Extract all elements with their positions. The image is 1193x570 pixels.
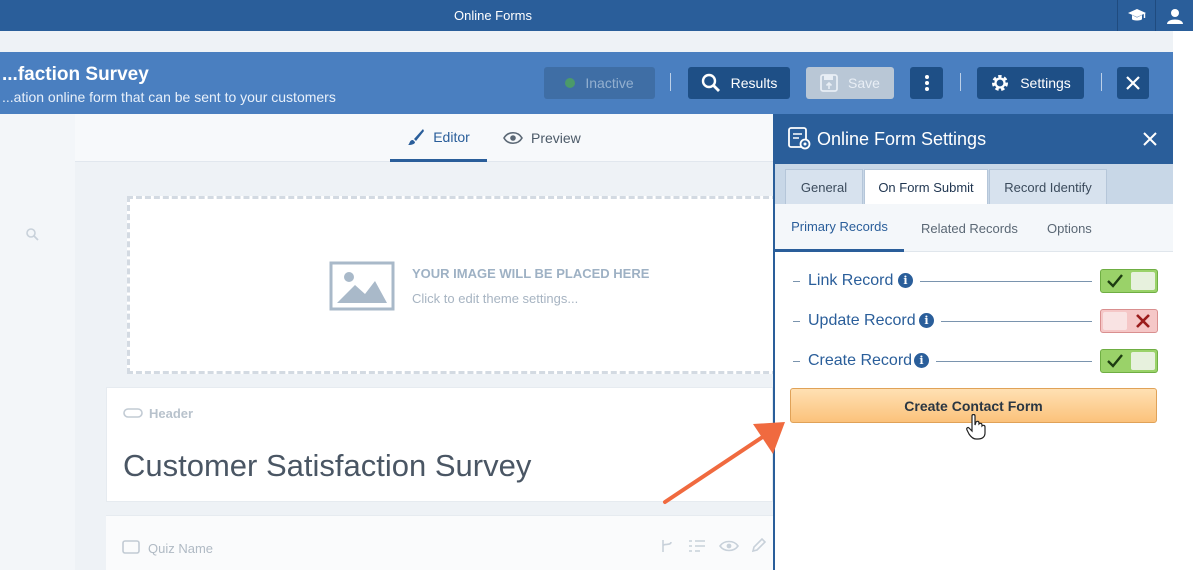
search-results-icon: [701, 73, 720, 92]
image-placeholder-title: YOUR IMAGE WILL BE PLACED HERE: [412, 266, 650, 281]
image-placeholder-hint: Click to edit theme settings...: [412, 291, 579, 306]
row-connector: [920, 281, 1092, 282]
tab-on-form-submit[interactable]: On Form Submit: [864, 169, 988, 205]
user-icon[interactable]: [1155, 0, 1193, 31]
header-block-icon: [123, 408, 143, 418]
update-record-label: Update Record: [808, 312, 916, 329]
toolbar-divider: [670, 73, 671, 91]
info-icon[interactable]: i: [914, 353, 929, 368]
block-icon: [122, 540, 140, 554]
info-icon[interactable]: i: [919, 313, 934, 328]
row-dash: [793, 281, 800, 282]
subtab-options[interactable]: Options: [1047, 204, 1092, 252]
row-dash: [793, 321, 800, 322]
create-record-row: Create Record i: [793, 349, 1158, 374]
image-icon: [329, 261, 395, 311]
update-record-row: Update Record i: [793, 309, 1158, 334]
link-record-label: Link Record: [808, 272, 894, 289]
row-dash: [793, 361, 800, 362]
link-record-row: Link Record i: [793, 269, 1158, 294]
toggle-knob: [1131, 352, 1155, 370]
results-button[interactable]: Results: [688, 67, 790, 99]
header-block-label: Header: [149, 406, 194, 421]
tab-preview-label: Preview: [531, 130, 581, 146]
inactive-status-button[interactable]: Inactive: [544, 67, 655, 99]
inactive-label: Inactive: [585, 75, 634, 91]
panel-header: Online Form Settings: [775, 114, 1173, 164]
toolbar-divider: [1101, 73, 1102, 91]
create-contact-form-label: Create Contact Form: [904, 397, 1043, 414]
next-block-label: Quiz Name: [148, 541, 214, 556]
checklist-icon[interactable]: [688, 538, 706, 554]
save-label: Save: [848, 75, 880, 91]
check-icon: [1101, 350, 1129, 372]
close-icon: [1126, 76, 1140, 90]
settings-button[interactable]: Settings: [977, 67, 1084, 99]
check-icon: [1101, 270, 1129, 292]
eye-icon[interactable]: [719, 540, 739, 552]
create-record-toggle[interactable]: [1100, 349, 1158, 373]
gear-icon: [992, 75, 1009, 91]
toolbar-divider: [960, 73, 961, 91]
search-icon[interactable]: [25, 227, 39, 241]
form-settings-icon: [788, 127, 811, 150]
settings-label: Settings: [1020, 75, 1071, 91]
branch-icon[interactable]: [659, 538, 675, 554]
status-dot-icon: [565, 78, 576, 88]
tab-preview[interactable]: Preview: [503, 114, 593, 162]
survey-title[interactable]: Customer Satisfaction Survey: [123, 448, 531, 484]
tab-record-identify[interactable]: Record Identify: [989, 169, 1107, 204]
app-title: Online Forms: [453, 8, 533, 23]
toggle-knob: [1131, 272, 1155, 290]
callout-arrow-icon: [663, 422, 785, 504]
toggle-knob: [1103, 312, 1127, 330]
academy-icon[interactable]: [1117, 0, 1155, 31]
pencil-icon[interactable]: [751, 537, 767, 553]
close-panel-icon[interactable]: [1143, 132, 1157, 146]
row-connector: [936, 361, 1092, 362]
save-button[interactable]: Save: [806, 67, 894, 99]
editor-tab-bar: Editor Preview: [75, 114, 773, 162]
subtab-primary-records[interactable]: Primary Records: [775, 204, 904, 252]
online-form-settings-panel: Online Form Settings General On Form Sub…: [773, 114, 1173, 570]
tab-editor-label: Editor: [433, 128, 470, 145]
image-placeholder[interactable]: YOUR IMAGE WILL BE PLACED HERE Click to …: [127, 196, 787, 374]
more-options-button[interactable]: [910, 67, 943, 99]
form-name: ...faction Survey: [2, 64, 149, 85]
form-description: ...ation online form that can be sent to…: [2, 89, 336, 105]
x-icon: [1129, 310, 1157, 332]
next-block[interactable]: Quiz Name: [106, 515, 773, 570]
create-record-label: Create Record: [808, 352, 913, 369]
tab-editor[interactable]: Editor: [390, 114, 487, 162]
eye-icon: [503, 131, 523, 145]
tab-general[interactable]: General: [785, 169, 863, 204]
info-icon[interactable]: i: [898, 273, 913, 288]
close-form-button[interactable]: [1117, 67, 1149, 99]
update-record-toggle[interactable]: [1100, 309, 1158, 333]
subtab-related-records[interactable]: Related Records: [921, 204, 1018, 252]
settings-tab-bar: General On Form Submit Record Identify: [775, 164, 1173, 205]
results-label: Results: [730, 75, 778, 91]
page-right-margin: [1173, 31, 1193, 570]
row-connector: [941, 321, 1092, 322]
kebab-menu-icon: [924, 75, 929, 91]
save-icon: [820, 74, 838, 92]
link-record-toggle[interactable]: [1100, 269, 1158, 293]
brush-icon: [408, 128, 425, 145]
settings-subtab-bar: Primary Records Related Records Options: [775, 204, 1173, 252]
left-toolbox: [0, 114, 75, 570]
panel-title: Online Form Settings: [817, 129, 987, 149]
app-top-bar: Online Forms: [0, 0, 1193, 31]
hand-cursor-icon: [966, 414, 986, 440]
